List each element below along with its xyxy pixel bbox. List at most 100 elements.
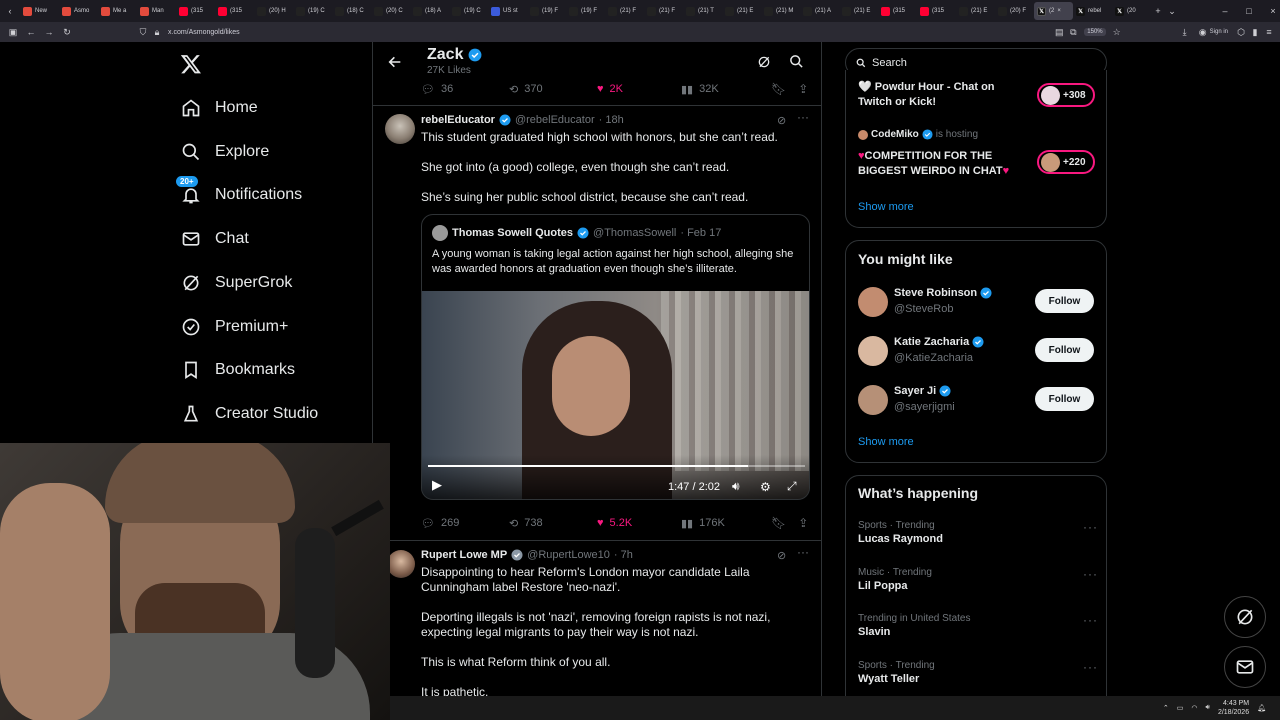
bookmark-icon[interactable]: 🔖︎ — [771, 82, 786, 96]
tab-last[interactable]: 𝕏 (20 — [1112, 2, 1151, 20]
live-viewers-badge[interactable]: +308 — [1037, 83, 1095, 107]
fullscreen-icon[interactable]: ⤢ — [787, 479, 797, 494]
nav-premium[interactable]: Premium+ — [180, 316, 288, 337]
settings-gear-icon[interactable]: ⚙ — [760, 480, 771, 494]
browser-tab[interactable]: (19) F — [527, 2, 566, 20]
like-button[interactable]: ♥ 5.2K — [597, 517, 681, 529]
author-handle[interactable]: @rebelEducator — [515, 114, 595, 126]
quote-tweet[interactable]: Thomas Sowell Quotes @ThomasSowell · Feb… — [421, 214, 810, 500]
sign-in-button[interactable]: Sign in — [1210, 29, 1228, 35]
follow-suggestion[interactable]: Steve Robinson @SteveRob Follow — [846, 285, 1106, 325]
author-name[interactable]: rebelEducator — [421, 114, 495, 126]
browser-tab[interactable]: (18) C — [332, 2, 371, 20]
person-name[interactable]: Sayer Ji — [894, 385, 936, 397]
bookmark-star-icon[interactable]: ☆ — [1110, 25, 1124, 39]
person-name[interactable]: Katie Zacharia — [894, 336, 969, 348]
more-icon[interactable]: ··· — [1083, 660, 1098, 674]
show-more-link[interactable]: Show more — [858, 201, 914, 213]
browser-tab[interactable]: (20) F — [995, 2, 1034, 20]
chevron-up-icon[interactable]: ⌃ — [1163, 704, 1169, 712]
nav-chat[interactable]: Chat — [180, 228, 249, 249]
nav-explore[interactable]: Explore — [180, 141, 269, 162]
browser-tab[interactable]: Asmo — [59, 2, 98, 20]
follow-suggestion[interactable]: Katie Zacharia @KatieZacharia Follow — [846, 334, 1106, 374]
tweet-time[interactable]: · 7h — [614, 549, 633, 561]
show-more-link[interactable]: Show more — [858, 436, 914, 448]
live-viewers-badge[interactable]: +220 — [1037, 150, 1095, 174]
browser-tab[interactable]: (19) F — [566, 2, 605, 20]
avatar[interactable] — [387, 550, 415, 578]
nav-notifications[interactable]: 20+ Notifications — [176, 176, 302, 205]
sidebar-toggle-icon[interactable]: ▣ — [6, 25, 20, 39]
pip-icon[interactable]: ⧉ — [1066, 25, 1080, 39]
live-item[interactable]: ♥COMPETITION FOR THE BIGGEST WEIRDO IN C… — [858, 149, 1033, 179]
trend-item[interactable]: Music · Trending Lil Poppa ··· — [858, 567, 1098, 603]
browser-tab[interactable]: (20) C — [371, 2, 410, 20]
trend-item[interactable]: Sports · Trending Lucas Raymond ··· — [858, 520, 1098, 556]
nav-creator-studio[interactable]: Creator Studio — [180, 403, 318, 424]
x-logo-icon[interactable] — [180, 53, 202, 75]
tweet-time[interactable]: · 18h — [599, 114, 624, 126]
browser-tab[interactable]: (21) E — [956, 2, 995, 20]
messages-fab[interactable] — [1224, 646, 1266, 688]
tab-rebel[interactable]: 𝕏rebel — [1073, 2, 1112, 20]
wifi-icon[interactable]: ◠ — [1191, 704, 1197, 712]
back-icon[interactable]: ← — [24, 25, 38, 39]
bookmark-icon[interactable]: 🔖︎ — [771, 516, 786, 530]
clock[interactable]: 4:43 PM 2/18/2026 — [1218, 699, 1249, 717]
more-icon[interactable]: ··· — [1083, 567, 1098, 581]
views-button[interactable]: ▮▮ 176K — [681, 517, 771, 530]
shield-icon[interactable]: ⛉ — [136, 25, 150, 39]
browser-tab[interactable]: Me a — [98, 2, 137, 20]
browser-tab[interactable]: (21) M — [761, 2, 800, 20]
browser-tab[interactable]: (315 — [176, 2, 215, 20]
url-bar[interactable]: x.com/Asmongold/likes — [168, 29, 240, 36]
follow-button[interactable]: Follow — [1035, 338, 1094, 362]
menu-icon[interactable]: ≡ — [1262, 25, 1276, 39]
tab-active[interactable]: 𝕏 (2 × — [1034, 2, 1073, 20]
maximize-icon[interactable]: □ — [1242, 4, 1256, 18]
nav-supergrok[interactable]: SuperGrok — [180, 272, 292, 293]
browser-tab[interactable]: (21) A — [800, 2, 839, 20]
network-icon[interactable]: ▭ — [1177, 704, 1184, 712]
search-icon[interactable] — [789, 54, 804, 69]
volume-icon[interactable]: 🔊︎ — [732, 479, 740, 494]
author-handle[interactable]: @RupertLowe10 — [527, 549, 610, 561]
browser-tab[interactable]: (21) E — [722, 2, 761, 20]
notification-bell-icon[interactable]: 🔔︎ — [1257, 704, 1266, 712]
reply-button[interactable]: 💬︎ 269 — [421, 517, 509, 530]
browser-tab[interactable]: (315 — [917, 2, 956, 20]
tab-list-icon[interactable]: ⌄ — [1165, 4, 1179, 18]
grok-icon[interactable]: ⊘ — [777, 549, 786, 562]
browser-tab[interactable]: New — [20, 2, 59, 20]
more-icon[interactable]: ··· — [1083, 520, 1098, 534]
trend-item[interactable]: Trending in United States Slavin ··· — [858, 613, 1098, 649]
browser-tab[interactable]: Man — [137, 2, 176, 20]
download-icon[interactable]: ⤓ — [1178, 25, 1192, 39]
follow-button[interactable]: Follow — [1035, 387, 1094, 411]
browser-tab[interactable]: (21) F — [605, 2, 644, 20]
back-arrow-icon[interactable] — [387, 54, 403, 70]
browser-tab[interactable]: (19) C — [293, 2, 332, 20]
avatar[interactable] — [858, 385, 888, 415]
browser-tab[interactable]: US st — [488, 2, 527, 20]
trend-item[interactable]: Sports · Trending Wyatt Teller ··· — [858, 660, 1098, 696]
grok-icon[interactable] — [757, 55, 771, 69]
browser-tab[interactable]: (21) E — [839, 2, 878, 20]
browser-tab[interactable]: (315 — [215, 2, 254, 20]
views-button[interactable]: ▮▮ 32K — [681, 83, 771, 96]
notification-icon[interactable]: ▮ — [1248, 25, 1262, 39]
minimize-icon[interactable]: – — [1218, 4, 1232, 18]
tab-scroll-left-icon[interactable]: ‹ — [0, 4, 20, 18]
zoom-level[interactable]: 150% — [1084, 28, 1106, 36]
like-button[interactable]: ♥ 2K — [597, 83, 681, 95]
avatar[interactable] — [858, 287, 888, 317]
more-icon[interactable]: ··· — [1083, 613, 1098, 627]
play-icon[interactable]: ▶ — [432, 477, 442, 493]
repost-button[interactable]: ⟲ 370 — [509, 83, 597, 96]
person-name[interactable]: Steve Robinson — [894, 287, 977, 299]
volume-icon[interactable]: 🔊︎ — [1206, 704, 1210, 712]
author-name[interactable]: Rupert Lowe MP — [421, 549, 507, 561]
grok-icon[interactable]: ⊘ — [777, 114, 786, 127]
avatar[interactable] — [385, 114, 415, 144]
